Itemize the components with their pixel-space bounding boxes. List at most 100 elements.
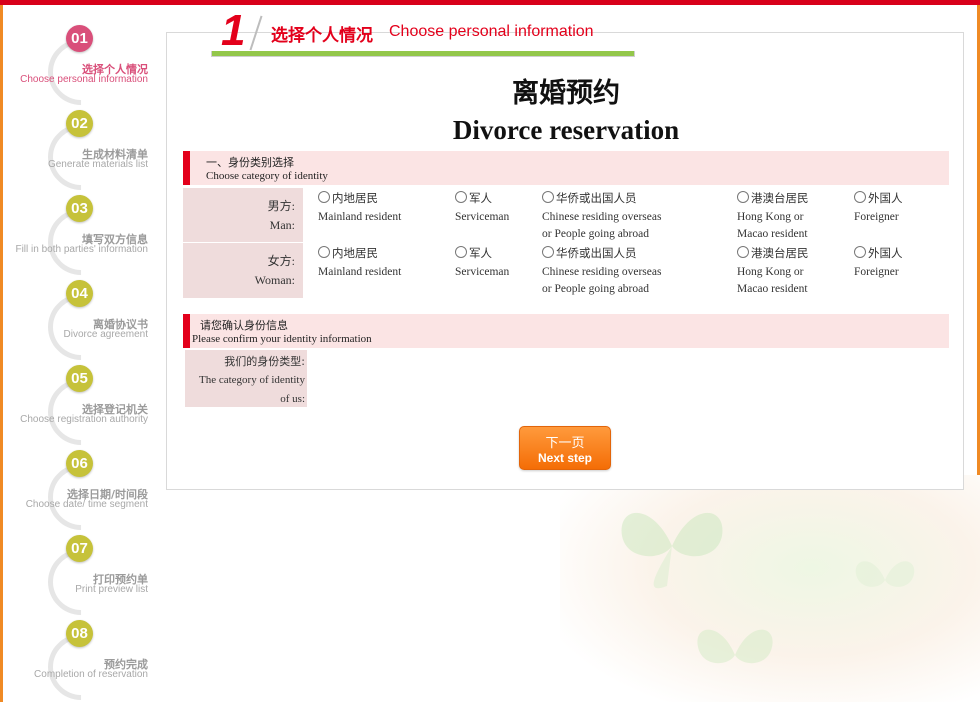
section-title-cn: 一、身份类别选择	[206, 156, 294, 169]
option-label-cn: 华侨或出国人员	[556, 191, 637, 205]
step-label-en: Divorce agreement	[63, 329, 148, 340]
option-label-en: Mainland resident	[318, 265, 402, 278]
step-header-title-en: Choose personal information	[389, 23, 594, 40]
butterfly-decoration-icon	[855, 561, 915, 587]
radio-button[interactable]	[737, 246, 749, 258]
option-label-en-line2: or People going abroad	[542, 283, 649, 295]
step-number: 1	[221, 6, 246, 55]
identity-option[interactable]: 华侨或出国人员 Chinese residing overseas or Peopl…	[542, 190, 661, 244]
next-button-label-en: Next step	[537, 451, 593, 465]
step-label-en: Fill in both parties' information	[15, 244, 148, 255]
party-label-cn: 女方:	[267, 254, 295, 268]
section-title-cn: 请您确认身份信息	[200, 319, 288, 332]
radio-button[interactable]	[455, 246, 467, 258]
party-label-en: Woman:	[254, 273, 295, 287]
option-label-en-line2: or People going abroad	[542, 228, 649, 240]
option-label-en: Foreigner	[854, 210, 899, 223]
step-label-en: Completion of reservation	[34, 669, 148, 680]
option-label-en: Chinese residing overseas	[542, 265, 662, 278]
radio-button[interactable]	[455, 191, 467, 203]
radio-button[interactable]	[318, 246, 330, 258]
radio-button[interactable]	[542, 191, 554, 203]
radio-button[interactable]	[854, 246, 866, 258]
section-title-en: Please confirm your identity information	[192, 333, 372, 345]
step-label-en: Generate materials list	[47, 159, 148, 170]
option-label-en: Hong Kong or	[737, 210, 804, 223]
step-header-tab: 1 选择个人情况 Choose personal information	[211, 6, 635, 57]
identity-type-label: 我们的身份类型: The category of identity of us:	[185, 350, 307, 407]
identity-option[interactable]: 华侨或出国人员 Chinese residing overseas or Peopl…	[542, 245, 661, 299]
step-number-badge: 01	[66, 25, 93, 52]
butterfly-decoration-icon	[621, 512, 723, 589]
step-item-06: 06 选择日期/时间段 Choose date/ time segment	[0, 450, 162, 549]
option-label-en: Hong Kong or	[737, 265, 804, 278]
option-label-en: Chinese residing overseas	[542, 210, 662, 223]
party-label: 女方: Woman:	[183, 243, 303, 298]
identity-category-table: 男方: Man: 内地居民 Mainland resident 军人 Serviceman…	[183, 187, 949, 299]
identity-option[interactable]: 军人 Serviceman	[455, 190, 509, 226]
option-label-en: Foreigner	[854, 265, 899, 278]
step-item-03: 03 填写双方信息 Fill in both parties' informatio…	[0, 195, 162, 294]
option-label-cn: 军人	[469, 191, 492, 205]
step-item-07: 07 打印预约单 Print preview list	[0, 535, 162, 634]
main-panel: 1 选择个人情况 Choose personal information 离婚预…	[166, 9, 964, 490]
radio-button[interactable]	[854, 191, 866, 203]
radio-button[interactable]	[542, 246, 554, 258]
identity-option[interactable]: 港澳台居民 Hong Kong or Macao resident	[737, 245, 809, 299]
identity-option[interactable]: 军人 Serviceman	[455, 245, 509, 281]
step-item-05: 05 选择登记机关 Choose registration authority	[0, 365, 162, 464]
section-identity-category-header: 一、身份类别选择 Choose category of identity	[183, 151, 949, 185]
step-number-badge: 07	[66, 535, 93, 562]
step-header-title-cn: 选择个人情况	[271, 26, 373, 46]
step-label-en: Choose personal information	[20, 74, 148, 85]
option-label-cn: 港澳台居民	[751, 246, 809, 260]
step-item-02: 02 生成材料清单 Generate materials list	[0, 110, 162, 209]
option-label-cn: 港澳台居民	[751, 191, 809, 205]
identity-type-label-cn: 我们的身份类型:	[224, 355, 305, 368]
option-label-cn: 外国人	[868, 246, 903, 260]
radio-button[interactable]	[318, 191, 330, 203]
step-number-badge: 05	[66, 365, 93, 392]
party-label: 男方: Man:	[183, 188, 303, 243]
section-title-en: Choose category of identity	[206, 170, 328, 182]
identity-option[interactable]: 港澳台居民 Hong Kong or Macao resident	[737, 190, 809, 244]
option-label-cn: 军人	[469, 246, 492, 260]
step-label-en: Print preview list	[75, 584, 148, 595]
step-sidebar: 01 选择个人情况 Choose personal information 02 生成材…	[0, 5, 162, 702]
next-button-label-cn: 下一页	[545, 436, 585, 451]
option-label-en: Serviceman	[455, 265, 510, 278]
step-number-badge: 02	[66, 110, 93, 137]
option-label-en-line2: Macao resident	[737, 228, 808, 240]
party-label-en: Man:	[269, 218, 295, 232]
page-title-cn: 离婚预约	[512, 78, 620, 109]
option-label-cn: 华侨或出国人员	[556, 246, 637, 260]
section-confirm-identity-header: 请您确认身份信息 Please confirm your identity in…	[183, 314, 949, 348]
step-item-01: 01 选择个人情况 Choose personal information	[0, 25, 162, 124]
option-label-cn: 内地居民	[332, 246, 378, 260]
radio-button[interactable]	[737, 191, 749, 203]
butterfly-decoration-icon	[697, 629, 773, 664]
option-label-cn: 外国人	[868, 191, 903, 205]
identity-option[interactable]: 外国人 Foreigner	[854, 245, 903, 281]
identity-option[interactable]: 内地居民 Mainland resident	[318, 190, 401, 226]
option-label-en: Serviceman	[455, 210, 510, 223]
step-item-04: 04 离婚协议书 Divorce agreement	[0, 280, 162, 379]
identity-option[interactable]: 内地居民 Mainland resident	[318, 245, 401, 281]
step-number-badge: 08	[66, 620, 93, 647]
step-label-en: Choose date/ time segment	[25, 499, 148, 510]
next-step-button[interactable]: 下一页 Next step	[519, 426, 611, 470]
step-label-en: Choose registration authority	[20, 414, 148, 425]
option-label-cn: 内地居民	[332, 191, 378, 205]
step-number-badge: 03	[66, 195, 93, 222]
identity-option[interactable]: 外国人 Foreigner	[854, 190, 903, 226]
step-item-08: 08 预约完成 Completion of reservation	[0, 620, 162, 702]
party-label-cn: 男方:	[267, 199, 295, 213]
step-number-badge: 04	[66, 280, 93, 307]
identity-type-label-en1: The category of identity	[199, 374, 305, 386]
identity-row-man: 男方: Man: 内地居民 Mainland resident 军人 Serviceman…	[183, 187, 949, 244]
identity-row-woman: 女方: Woman: 内地居民 Mainland resident 军人 Servicem…	[183, 242, 949, 299]
tab-underline	[211, 51, 635, 57]
step-number-badge: 06	[66, 450, 93, 477]
option-label-en: Mainland resident	[318, 210, 402, 223]
page-title-en: Divorce reservation	[452, 115, 680, 145]
